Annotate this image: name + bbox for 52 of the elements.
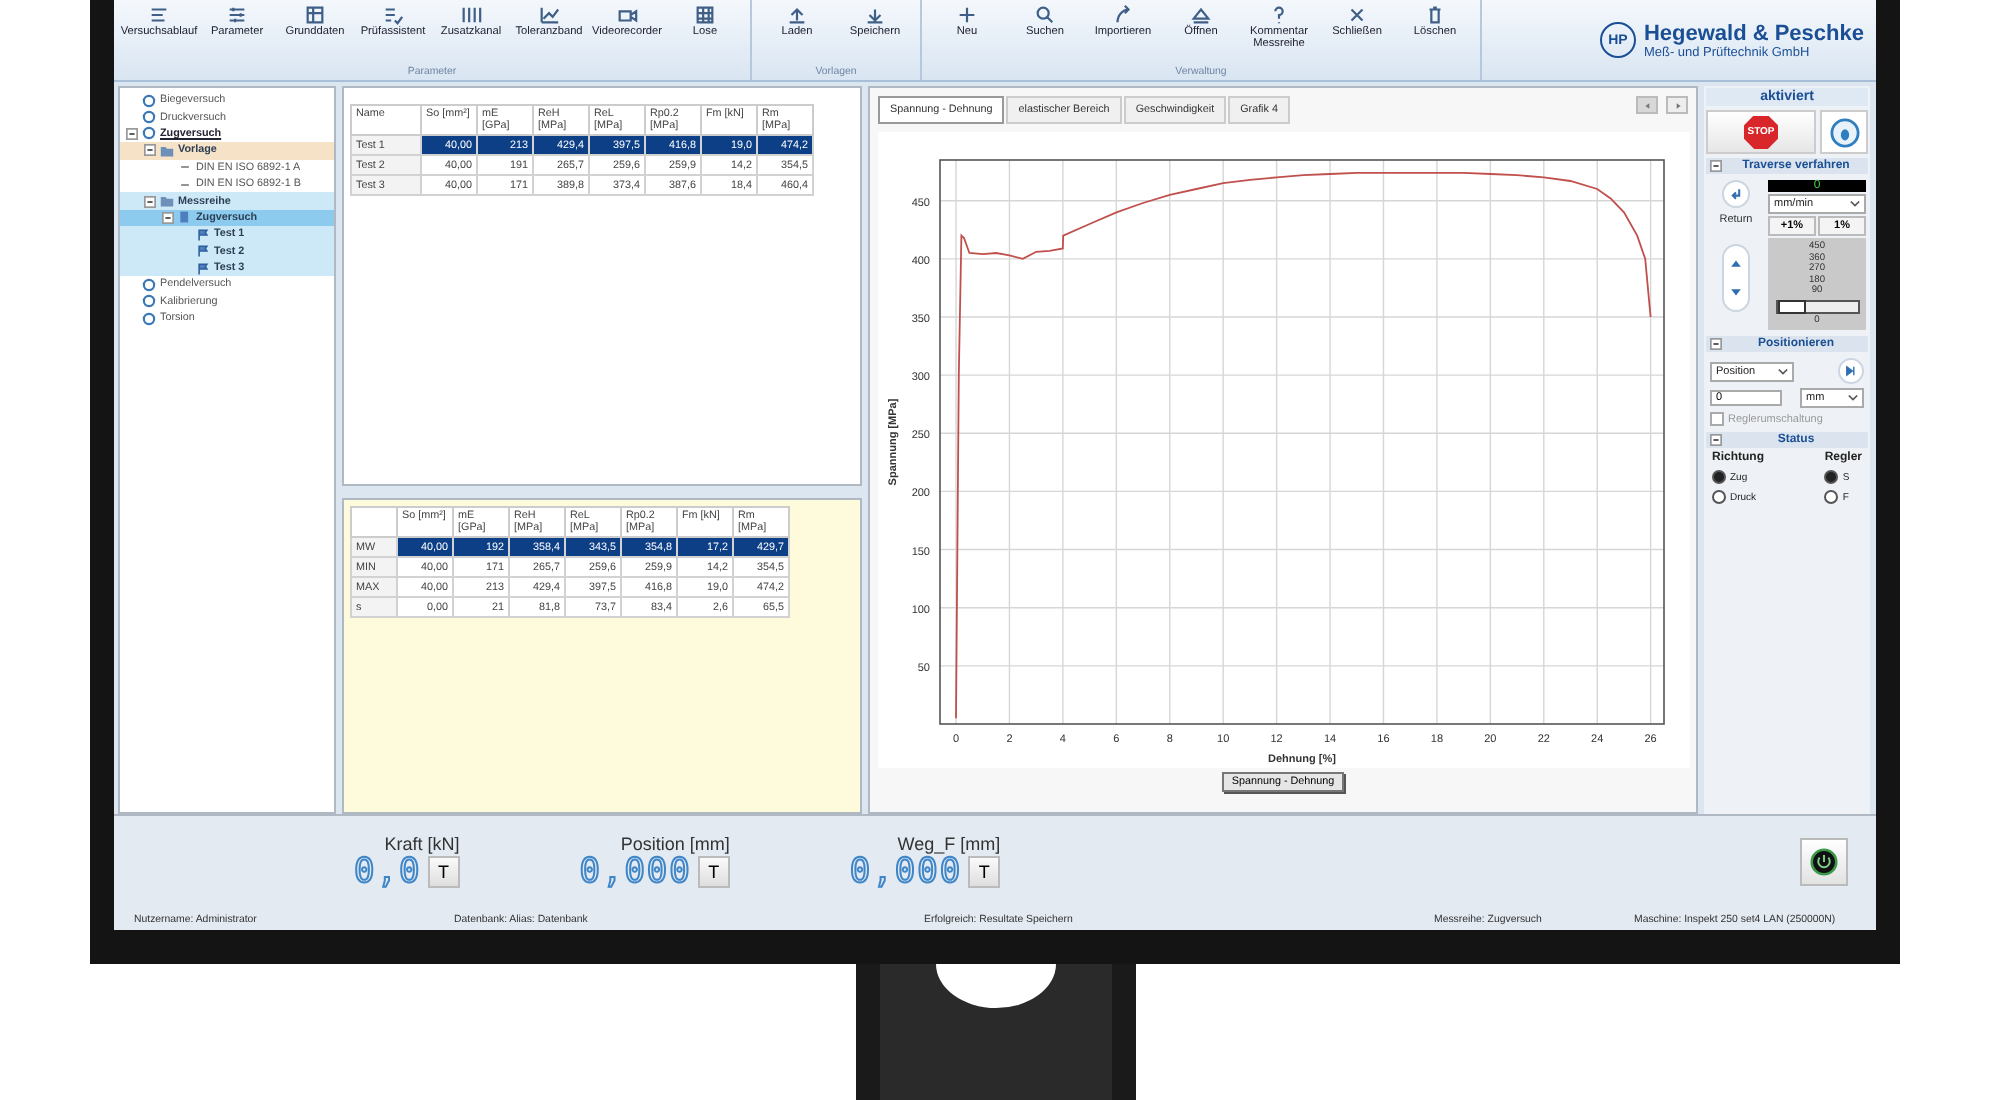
readout-label: Weg_F [mm] <box>897 833 1001 853</box>
return-arrow-icon <box>1728 186 1744 202</box>
columns-icon <box>460 4 482 26</box>
power-icon <box>1810 848 1838 876</box>
return-button[interactable] <box>1722 180 1750 208</box>
tare-button[interactable]: T <box>697 856 730 888</box>
readout-value: 0,0 <box>354 853 422 891</box>
readout-label: Position [mm] <box>620 833 730 853</box>
grid-icon <box>694 4 716 26</box>
document-icon <box>178 210 192 225</box>
collapse-icon <box>1710 434 1722 446</box>
company-name: Hegewald & Peschke <box>1643 21 1864 45</box>
plus-icon <box>956 4 978 26</box>
collapse-icon <box>1710 338 1722 350</box>
chart-icon <box>538 4 560 26</box>
power-icon <box>1829 117 1859 147</box>
collapse-icon[interactable] <box>162 211 174 224</box>
tare-button[interactable]: T <box>427 856 460 888</box>
close-icon <box>1346 4 1368 26</box>
power-button[interactable] <box>1800 838 1848 886</box>
caret-icon <box>1848 394 1858 402</box>
checklist-icon <box>382 4 404 26</box>
table-icon <box>304 4 326 26</box>
readout-value: 0,000 <box>849 853 963 891</box>
readout-label: Kraft [kN] <box>384 833 460 853</box>
collapse-icon[interactable] <box>126 127 138 140</box>
slider-thumb[interactable] <box>1777 299 1805 313</box>
collapse-icon[interactable] <box>144 144 156 157</box>
curved-arrow-icon <box>1112 4 1134 26</box>
play-icon <box>1844 364 1858 378</box>
list-icon <box>148 4 170 26</box>
folder-icon <box>160 143 174 158</box>
eject-icon <box>1190 4 1212 26</box>
download-icon <box>864 4 886 26</box>
slider-track[interactable] <box>1775 299 1859 313</box>
sliders-icon <box>226 4 248 26</box>
question-icon <box>1268 4 1290 26</box>
jog-buttons[interactable] <box>1722 244 1750 312</box>
caret-icon <box>1850 200 1860 208</box>
trash-icon <box>1424 4 1446 26</box>
play-button[interactable] <box>1838 358 1864 384</box>
search-icon <box>1034 4 1056 26</box>
caret-icon <box>1778 367 1788 375</box>
collapse-icon[interactable] <box>144 195 156 208</box>
readout-value: 0,000 <box>579 853 692 891</box>
tare-button[interactable]: T <box>968 856 1001 888</box>
enable-button[interactable] <box>1820 110 1868 154</box>
camera-icon <box>616 4 638 26</box>
collapse-icon <box>1710 160 1722 172</box>
folder-icon <box>160 194 174 209</box>
upload-icon <box>786 4 808 26</box>
right-triangle-icon <box>1673 101 1681 109</box>
